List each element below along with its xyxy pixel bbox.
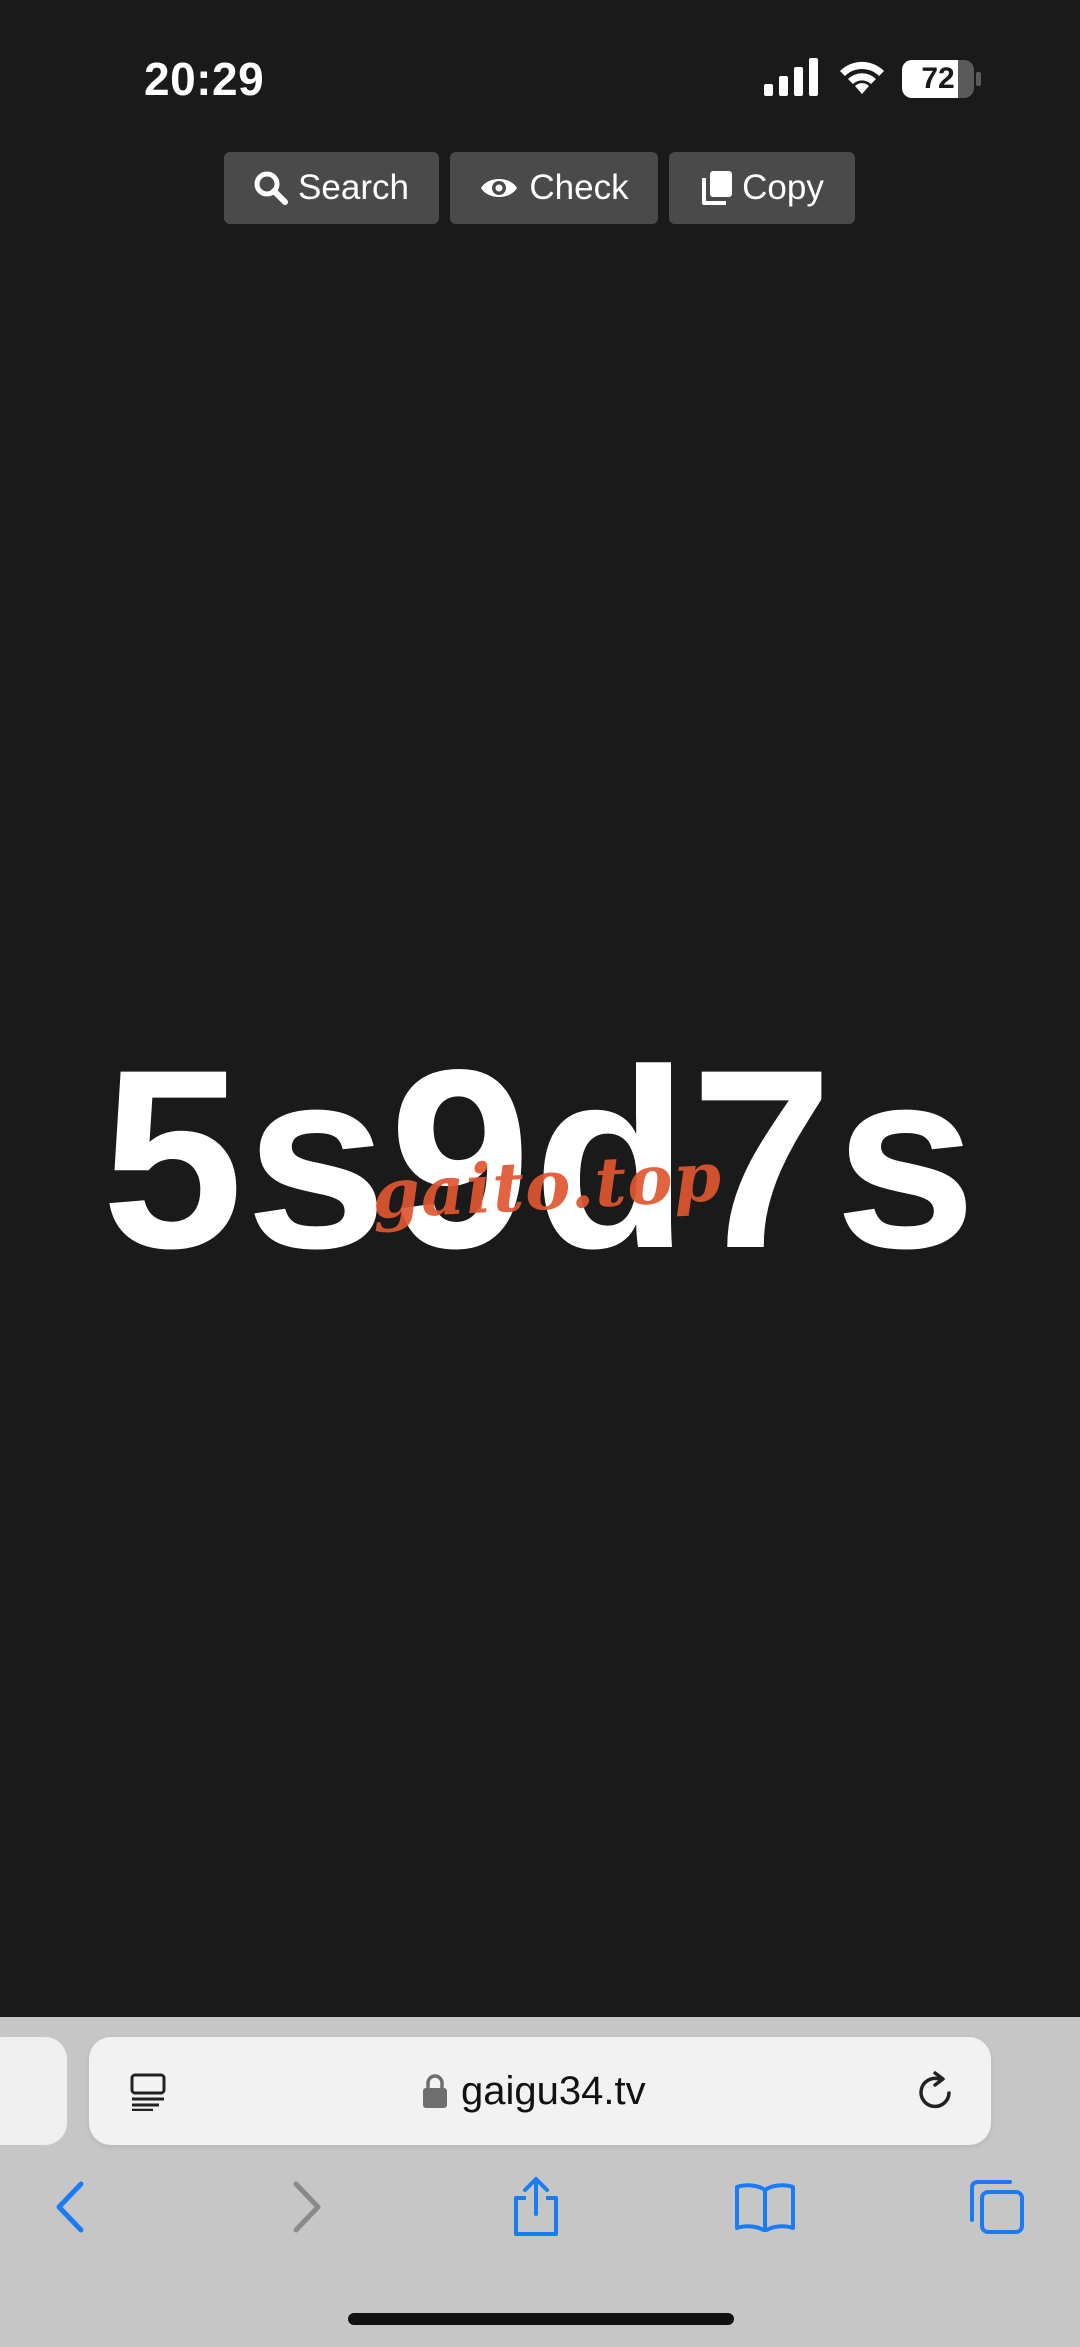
reload-icon[interactable] — [915, 2071, 957, 2113]
search-button-label: Search — [298, 168, 409, 207]
copy-button[interactable]: Copy — [669, 152, 855, 224]
navigation-bar — [0, 2172, 1080, 2242]
share-icon — [514, 2177, 558, 2236]
battery-level: 72 — [921, 62, 955, 95]
share-button[interactable] — [501, 2172, 571, 2242]
search-icon — [254, 171, 289, 205]
reader-icon[interactable] — [129, 2073, 167, 2111]
home-indicator[interactable] — [348, 2313, 734, 2325]
back-button[interactable] — [36, 2172, 106, 2242]
status-time: 20:29 — [144, 53, 265, 105]
eye-icon — [481, 179, 518, 197]
previous-tab[interactable] — [0, 2037, 67, 2145]
action-toolbar: Search Check Copy — [224, 152, 855, 224]
wifi-icon — [840, 61, 884, 94]
signal-icon — [764, 58, 818, 96]
search-button[interactable]: Search — [224, 152, 439, 224]
page: 20:29 72 Search Check Copy 5s9d7s gaito.… — [0, 0, 1080, 2347]
copy-button-label: Copy — [742, 168, 824, 207]
forward-icon — [293, 2181, 321, 2233]
back-icon — [56, 2181, 84, 2233]
status-bar: 20:29 72 — [0, 0, 1080, 150]
copy-icon — [702, 171, 733, 205]
check-button[interactable]: Check — [450, 152, 658, 224]
bookmarks-icon — [735, 2183, 795, 2232]
tabs-icon — [970, 2180, 1024, 2234]
bookmarks-button[interactable] — [730, 2172, 800, 2242]
browser-chrome: gaigu34.tv — [0, 2017, 1080, 2347]
url-text[interactable]: gaigu34.tv — [461, 2067, 646, 2115]
check-button-label: Check — [529, 168, 629, 207]
lock-icon — [423, 2074, 447, 2108]
address-bar[interactable]: gaigu34.tv — [89, 2037, 991, 2145]
forward-button[interactable] — [271, 2172, 341, 2242]
tabs-button[interactable] — [962, 2172, 1032, 2242]
